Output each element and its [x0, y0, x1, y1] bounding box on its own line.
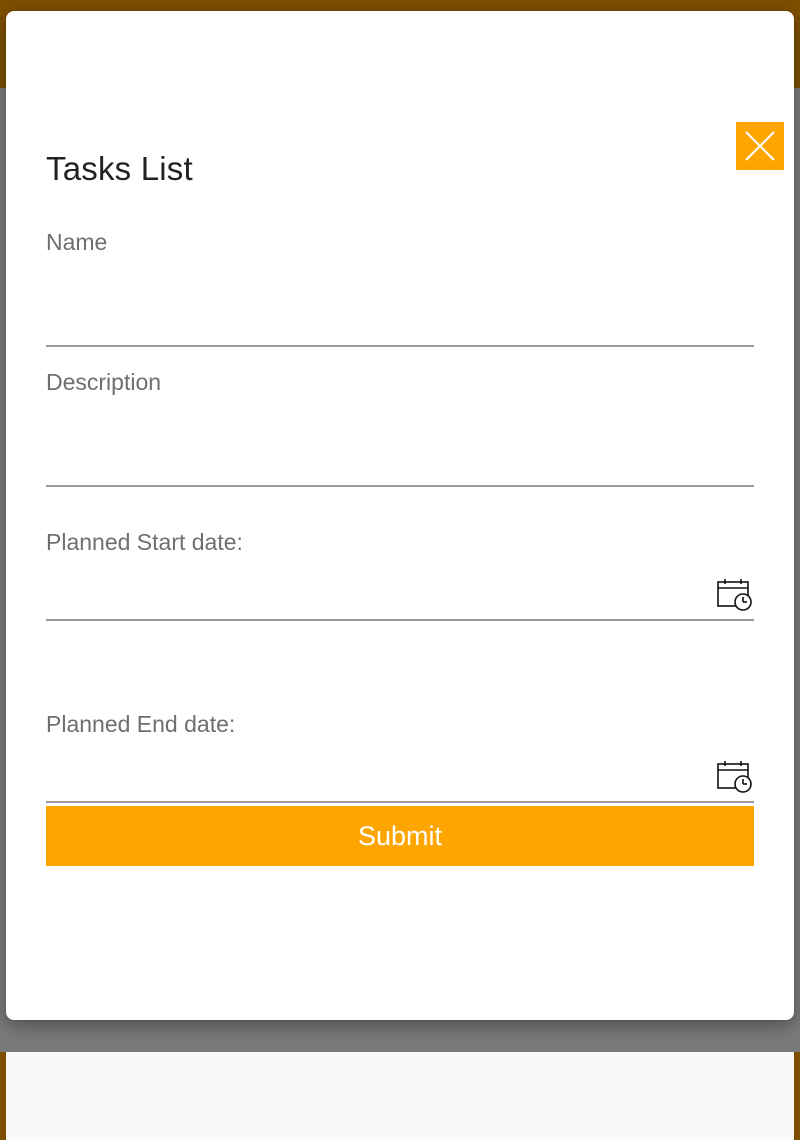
- end-date-field-group: Planned End date:: [46, 711, 754, 807]
- submit-button[interactable]: Submit: [46, 806, 754, 866]
- start-date-label: Planned Start date:: [46, 529, 243, 555]
- name-input[interactable]: [46, 303, 754, 347]
- name-field-group: Name: [46, 229, 754, 351]
- close-button[interactable]: [736, 122, 784, 170]
- dialog-title: Tasks List: [46, 150, 193, 187]
- end-date-picker-button[interactable]: [716, 759, 754, 795]
- start-date-picker-button[interactable]: [716, 577, 754, 613]
- task-dialog: Tasks List Name Description Planned Star…: [6, 11, 794, 1020]
- name-label: Name: [46, 229, 108, 255]
- backdrop-footer-panel: [6, 1052, 794, 1140]
- start-date-input[interactable]: [46, 577, 754, 621]
- calendar-clock-icon: [717, 761, 752, 793]
- close-icon: [745, 131, 775, 161]
- start-date-field-group: Planned Start date:: [46, 529, 754, 625]
- description-input[interactable]: [46, 443, 754, 487]
- description-label: Description: [46, 369, 162, 395]
- description-field-group: Description: [46, 369, 754, 491]
- calendar-clock-icon: [717, 579, 752, 611]
- end-date-input[interactable]: [46, 759, 754, 803]
- end-date-label: Planned End date:: [46, 711, 236, 737]
